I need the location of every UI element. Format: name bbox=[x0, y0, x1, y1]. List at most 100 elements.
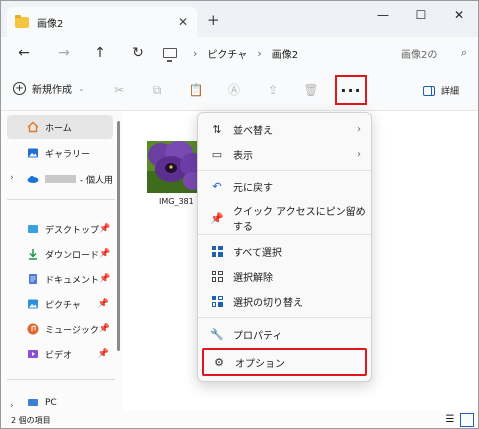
breadcrumb-separator: › bbox=[257, 46, 262, 60]
menu-item-label: 元に戻す bbox=[233, 182, 273, 194]
back-button[interactable]: ← bbox=[13, 43, 35, 63]
sidebar-item-pictures[interactable]: ピクチャ 📌 bbox=[7, 292, 113, 316]
menu-separator bbox=[198, 170, 371, 171]
navigation-bar: ← → ↑ ↻ › ピクチャ › 画像2 画像2の ⌕ bbox=[1, 37, 478, 69]
menu-item-label: オプション bbox=[235, 358, 285, 370]
select-none-icon bbox=[210, 269, 224, 283]
sidebar-item-label: ミュージック bbox=[45, 325, 99, 336]
refresh-button[interactable]: ↻ bbox=[127, 43, 149, 63]
sidebar-item-label: PC bbox=[45, 398, 57, 408]
sidebar-item-downloads[interactable]: ダウンロード 📌 bbox=[7, 242, 113, 266]
divider bbox=[7, 379, 115, 380]
sidebar-item-home[interactable]: ホーム bbox=[7, 115, 113, 139]
rename-icon[interactable]: Ⓐ bbox=[226, 82, 242, 98]
tab-pictures2[interactable]: 画像2 ✕ bbox=[7, 7, 197, 37]
menu-item-pin-quick-access[interactable]: 📌 クイック アクセスにピン留めする bbox=[202, 206, 367, 233]
pin-icon[interactable]: 📌 bbox=[99, 324, 110, 334]
menu-item-label: すべて選択 bbox=[233, 247, 282, 259]
sidebar-item-desktop[interactable]: デスクトップ 📌 bbox=[7, 217, 113, 241]
invert-selection-icon bbox=[210, 294, 224, 308]
sidebar-item-label: ビデオ bbox=[45, 350, 73, 361]
sidebar-item-label: - 個人用 bbox=[79, 175, 113, 186]
details-button[interactable]: 詳細 bbox=[423, 84, 459, 97]
plus-icon: + bbox=[13, 82, 26, 95]
menu-item-sort[interactable]: ⇅ 並べ替え › bbox=[202, 117, 367, 141]
sidebar-item-label: ドキュメント bbox=[45, 275, 100, 286]
sidebar-scrollbar[interactable] bbox=[117, 121, 120, 351]
maximize-button[interactable]: ☐ bbox=[402, 1, 440, 29]
see-more-menu: ⇅ 並べ替え › ▭ 表示 › ↶ 元に戻す 📌 クイック アクセスにピン留めす… bbox=[197, 112, 372, 382]
pin-icon[interactable]: 📌 bbox=[98, 349, 109, 359]
menu-item-view[interactable]: ▭ 表示 › bbox=[202, 142, 367, 166]
sidebar-item-gallery[interactable]: ギャラリー bbox=[7, 141, 113, 165]
delete-icon[interactable]: 🗑 bbox=[303, 82, 319, 98]
sidebar-item-videos[interactable]: ビデオ 📌 bbox=[7, 342, 113, 366]
desktop-icon bbox=[28, 225, 38, 233]
sidebar-item-label: ホーム bbox=[45, 123, 72, 134]
title-bar: 画像2 ✕ + — ☐ ✕ bbox=[1, 1, 478, 37]
select-all-icon bbox=[210, 244, 224, 258]
chevron-down-icon: ⌄ bbox=[78, 84, 85, 93]
see-more-button[interactable]: ··· bbox=[335, 75, 367, 105]
pc-icon bbox=[28, 399, 38, 406]
menu-item-undo[interactable]: ↶ 元に戻す bbox=[202, 174, 367, 198]
address-bar[interactable]: › ピクチャ › 画像2 bbox=[163, 41, 381, 65]
pin-icon[interactable]: 📌 bbox=[99, 274, 110, 284]
menu-separator bbox=[198, 317, 371, 318]
up-button[interactable]: ↑ bbox=[89, 43, 111, 63]
menu-item-label: プロパティ bbox=[233, 330, 283, 342]
new-tab-button[interactable]: + bbox=[207, 11, 220, 29]
menu-item-label: 表示 bbox=[233, 150, 253, 162]
search-placeholder: 画像2の bbox=[401, 49, 438, 61]
search-box[interactable]: 画像2の ⌕ bbox=[393, 41, 473, 65]
forward-button[interactable]: → bbox=[53, 43, 75, 63]
sidebar-item-pc[interactable]: PC bbox=[7, 395, 113, 411]
undo-icon: ↶ bbox=[212, 179, 222, 193]
pin-icon[interactable]: 📌 bbox=[99, 224, 110, 234]
navigation-pane: ホーム ギャラリー › - 個人用 デスクトップ 📌 ダウンロード 📌 ドキュメ… bbox=[1, 111, 121, 411]
new-button[interactable]: + 新規作成 ⌄ bbox=[13, 81, 85, 96]
share-icon[interactable]: ⇪ bbox=[265, 82, 281, 98]
details-label: 詳細 bbox=[441, 87, 460, 97]
menu-item-invert-selection[interactable]: 選択の切り替え bbox=[202, 289, 367, 313]
pin-icon[interactable]: 📌 bbox=[99, 249, 110, 259]
pin-icon[interactable]: 📌 bbox=[98, 299, 109, 309]
cut-icon[interactable]: ✂ bbox=[111, 82, 127, 98]
menu-item-properties[interactable]: 🔧 プロパティ bbox=[202, 322, 367, 346]
menu-item-label: 選択解除 bbox=[233, 272, 273, 284]
folder-icon bbox=[15, 14, 29, 28]
item-count: 2 個の項目 bbox=[11, 415, 51, 425]
tab-close-icon[interactable]: ✕ bbox=[173, 15, 193, 29]
download-icon bbox=[29, 249, 37, 260]
view-icon: ▭ bbox=[211, 147, 223, 161]
video-icon bbox=[28, 350, 38, 358]
menu-item-label: 並べ替え bbox=[233, 125, 273, 137]
thumbnail-view-icon[interactable] bbox=[460, 413, 474, 427]
sidebar-item-onedrive[interactable]: - 個人用 bbox=[7, 167, 113, 191]
sidebar-item-label: ギャラリー bbox=[45, 149, 91, 160]
menu-item-select-none[interactable]: 選択解除 bbox=[202, 264, 367, 288]
menu-item-select-all[interactable]: すべて選択 bbox=[202, 239, 367, 263]
sidebar-item-label: デスクトップ bbox=[45, 225, 100, 236]
copy-icon[interactable]: ⧉ bbox=[149, 82, 165, 98]
file-name[interactable]: IMG_381 bbox=[159, 197, 194, 206]
breadcrumb-pictures[interactable]: ピクチャ bbox=[207, 46, 247, 61]
sidebar-item-music[interactable]: ミュージック 📌 bbox=[7, 317, 113, 341]
breadcrumb-folder[interactable]: 画像2 bbox=[272, 46, 298, 61]
menu-item-options[interactable]: ⚙ オプション bbox=[202, 348, 367, 376]
blurred-account-name bbox=[45, 175, 76, 183]
sidebar-item-label: ダウンロード bbox=[45, 250, 100, 261]
minimize-button[interactable]: — bbox=[364, 1, 402, 29]
music-icon bbox=[27, 323, 39, 335]
divider bbox=[7, 199, 115, 200]
paste-icon[interactable]: 📋 bbox=[188, 82, 204, 98]
chevron-right-icon: › bbox=[357, 123, 361, 135]
sidebar-item-documents[interactable]: ドキュメント 📌 bbox=[7, 267, 113, 291]
details-view-icon[interactable]: ☰ bbox=[443, 413, 457, 427]
home-icon bbox=[27, 121, 39, 133]
command-bar: + 新規作成 ⌄ ✂ ⧉ 📋 Ⓐ ⇪ 🗑 ··· 詳細 bbox=[1, 69, 478, 111]
details-pane-icon bbox=[423, 85, 435, 96]
gallery-icon bbox=[28, 148, 38, 158]
status-bar: 2 個の項目 ☰ bbox=[1, 411, 478, 428]
close-button[interactable]: ✕ bbox=[440, 1, 478, 29]
